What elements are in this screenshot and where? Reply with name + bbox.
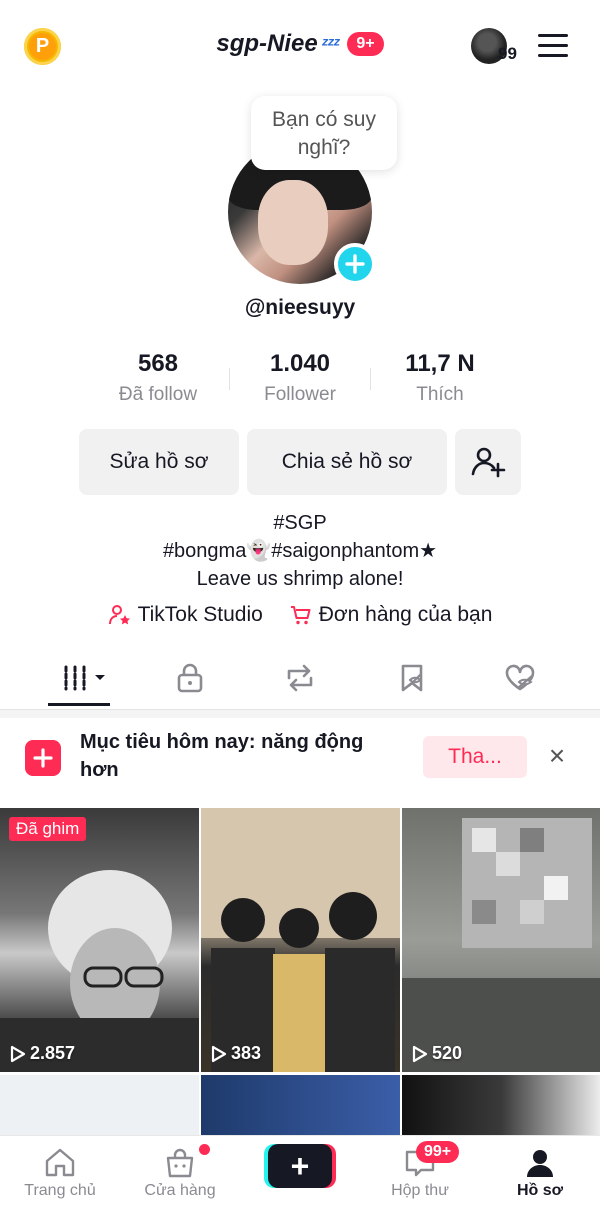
add-story-button[interactable] [334,243,376,285]
tiktok-studio-link[interactable]: TikTok Studio [108,603,263,627]
video-thumbnail[interactable]: 520 [402,808,600,1072]
thumbnail-art [201,808,400,1072]
play-icon [10,1045,26,1062]
create-goal-icon [25,740,61,776]
top-header: P sgp-Niee ᶻᶻᶻ 9+ 99 [0,0,600,92]
studio-icon [108,605,130,625]
tab-private[interactable] [170,660,210,696]
username-label: sgp-Niee [216,30,318,57]
bio-line-3: Leave us shrimp alone! [196,568,404,590]
view-count-value: 520 [432,1043,463,1063]
play-icon [412,1045,428,1062]
video-thumbnail[interactable]: 383 [201,808,400,1072]
nav-shop-label: Cửa hàng [144,1182,216,1199]
tab-liked[interactable] [500,660,540,696]
create-video-button[interactable]: + [268,1144,332,1188]
edit-profile-button[interactable]: Sửa hồ sơ [79,429,239,495]
bio-line-2: #bongma👻#saigonphantom★ [162,540,438,562]
nav-inbox-label: Hộp thư [391,1182,449,1199]
stat-likes[interactable]: 11,7 N Thích [370,350,510,406]
nav-home[interactable]: Trang chủ [0,1144,120,1200]
thought-bubble-text: Bạn có suy nghĩ? [272,108,376,159]
bottom-navigation: Trang chủ Cửa hàng + Hộp thư 99+ Hồ sơ [0,1135,600,1222]
bio: #SGP #bongma👻#saigonphantom★ Leave us sh… [0,509,600,593]
video-thumbnail[interactable] [0,1075,199,1135]
heart-hidden-icon [505,664,535,691]
avatar-face [258,180,328,265]
stat-following[interactable]: 568 Đã follow [88,350,228,406]
stat-likes-value: 11,7 N [405,350,475,377]
grid-icon [64,665,105,691]
orders-link[interactable]: Đơn hàng của bạn [289,603,493,627]
nav-home-label: Trang chủ [24,1182,96,1199]
stat-following-value: 568 [137,350,179,377]
add-friend-icon [471,447,506,478]
orders-label: Đơn hàng của bạn [318,603,493,626]
tab-videos[interactable] [62,660,108,696]
user-handle: @nieesuyy [244,296,356,319]
cart-icon [290,606,311,625]
lock-icon [177,663,203,693]
bio-line-1: #SGP [273,512,327,534]
friends-count: 99 [498,44,517,63]
tiktok-studio-label: TikTok Studio [137,603,263,626]
daily-goal-text: Mục tiêu hôm nay: năng động hơn [80,731,364,781]
plus-icon [345,254,365,274]
thought-bubble[interactable]: Bạn có suy nghĩ? [251,96,397,170]
stat-likes-label: Thích [416,384,464,405]
content-tabs [0,650,600,710]
account-switch-badge[interactable]: 9+ [347,32,384,56]
tab-reposts[interactable] [280,660,320,696]
active-tab-indicator [48,703,110,706]
join-goal-button[interactable]: Tha... [423,736,527,778]
view-count: 2.857 [10,1043,75,1064]
plus-icon [33,748,53,768]
profile-links: TikTok Studio Đơn hàng của bạn [0,603,600,633]
repost-icon [287,664,313,692]
stat-followers[interactable]: 1.040 Follower [230,350,370,406]
bookmark-hidden-icon [401,664,423,692]
stat-followers-value: 1.040 [269,350,331,377]
sleep-status-icon: ᶻᶻᶻ [321,33,340,54]
view-count: 383 [211,1043,261,1064]
video-thumbnail[interactable] [402,1075,600,1135]
inbox-badge: 99+ [416,1141,460,1163]
video-thumbnail[interactable] [201,1075,400,1135]
share-profile-button[interactable]: Chia sẻ hồ sơ [247,429,447,495]
section-divider [0,710,600,718]
shopping-bag-icon [166,1148,194,1178]
play-icon [211,1045,227,1062]
nav-shop[interactable]: Cửa hàng [120,1144,240,1200]
nav-profile-label: Hồ sơ [516,1182,564,1199]
menu-icon[interactable] [538,34,568,58]
thumbnail-art [0,870,199,1072]
stat-following-label: Đã follow [118,384,198,405]
add-friend-button[interactable] [455,429,521,495]
view-count: 520 [412,1043,462,1064]
nav-profile[interactable]: Hồ sơ [480,1144,600,1200]
view-count-value: 2.857 [30,1043,76,1063]
shop-notification-dot [199,1144,210,1155]
stat-followers-label: Follower [264,384,336,405]
home-icon [45,1148,75,1177]
thumbnail-art [402,818,600,1072]
video-thumbnail[interactable]: Đã ghim 2.857 [0,808,199,1072]
daily-goal-banner: Mục tiêu hôm nay: năng động hơn Tha... × [0,720,600,804]
profile-icon [527,1150,553,1177]
tab-favorites[interactable] [392,660,432,696]
pinned-badge: Đã ghim [9,817,87,841]
close-icon[interactable]: × [545,742,569,770]
view-count-value: 383 [231,1043,262,1063]
